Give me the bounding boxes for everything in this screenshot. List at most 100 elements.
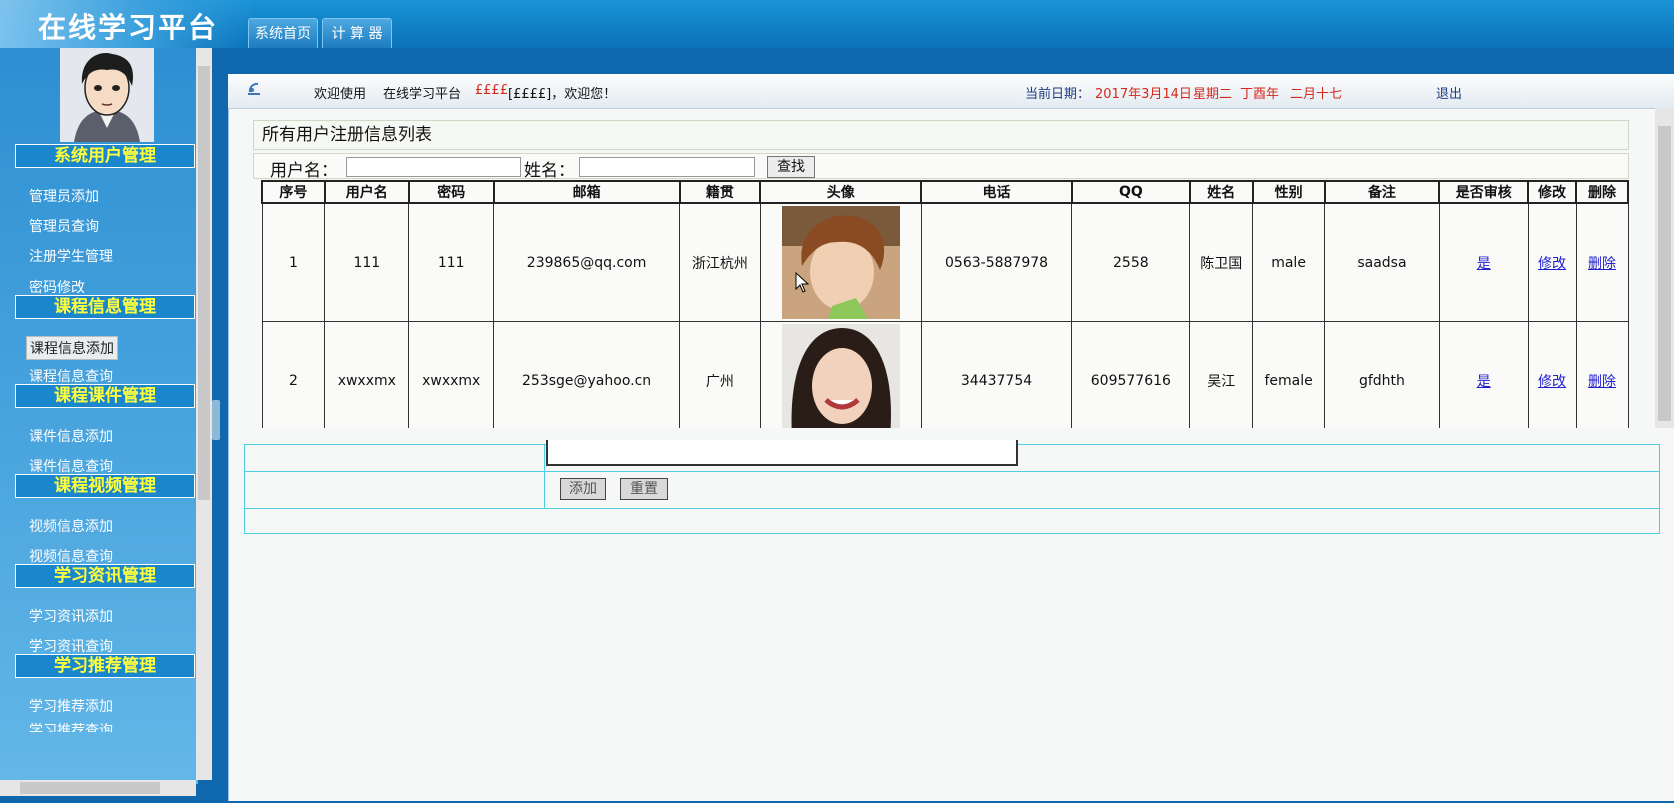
app-title: 在线学习平台 <box>38 11 219 44</box>
cell-avatar <box>759 321 922 428</box>
sidebar-section-system-users[interactable]: 系统用户管理 <box>15 144 195 168</box>
sidebar-item-recommend-add[interactable]: 学习推荐添加 <box>29 696 113 716</box>
search-button[interactable]: 查找 <box>767 156 815 178</box>
table-header: 序号 用户名 密码 邮箱 籍贯 头像 电话 QQ 姓名 性别 备注 是否审核 修… <box>261 180 1629 204</box>
cell-qq: 609577616 <box>1071 321 1191 428</box>
weekday: 星期二 <box>1193 87 1233 102</box>
list-scroll-thumb[interactable] <box>1658 126 1671 421</box>
sidebar-item-video-add[interactable]: 视频信息添加 <box>29 516 113 536</box>
cell-delete: 删除 <box>1575 321 1629 428</box>
sidebar-section-news[interactable]: 学习资讯管理 <box>15 564 195 588</box>
tab-calculator[interactable]: 计 算 器 <box>322 18 392 48</box>
name-label: 姓名： <box>524 161 575 181</box>
sidebar-item-course-add[interactable]: 课程信息添加 <box>26 336 118 360</box>
cell-name: 陈卫国 <box>1189 202 1254 322</box>
col-header: 姓名 <box>1188 180 1254 204</box>
frame-splitter-handle[interactable] <box>212 400 220 440</box>
date-value: 2017年3月14日 <box>1095 87 1192 102</box>
delete-link[interactable]: 删除 <box>1588 374 1616 390</box>
list-title: 所有用户注册信息列表 <box>253 120 1629 150</box>
edit-link[interactable]: 修改 <box>1538 374 1566 390</box>
cell-email: 239865@qq.com <box>493 202 680 322</box>
cell-qq: 2558 <box>1071 202 1191 322</box>
sidebar-section-courseware[interactable]: 课程课件管理 <box>15 384 195 408</box>
col-header: 电话 <box>920 180 1073 204</box>
sidebar-item-courseware-query[interactable]: 课件信息查询 <box>29 456 113 476</box>
welcome-bar: 欢迎使用 在线学习平台 ££££ [££££]，欢迎您！ 当前日期： 2017年… <box>228 74 1674 109</box>
col-header: 备注 <box>1323 180 1441 204</box>
sidebar-item-courseware-add[interactable]: 课件信息添加 <box>29 426 113 446</box>
approve-link[interactable]: 是 <box>1477 374 1491 390</box>
username-input[interactable] <box>346 157 521 177</box>
sidebar-section-course-info[interactable]: 课程信息管理 <box>15 295 195 319</box>
col-header: 删除 <box>1575 180 1629 204</box>
sidebar-item-admin-query[interactable]: 管理员查询 <box>29 216 99 236</box>
date-label: 当前日期： <box>1025 87 1091 102</box>
cell-hometown: 浙江杭州 <box>679 202 761 322</box>
cell-avatar <box>759 202 922 322</box>
top-header: 在线学习平台 系统首页 计 算 器 <box>0 0 1674 48</box>
sidebar-item-admin-add[interactable]: 管理员添加 <box>29 186 99 206</box>
username-label: 用户名： <box>270 161 338 181</box>
sidebar-item-news-query[interactable]: 学习资讯查询 <box>29 636 113 656</box>
col-header: 籍贯 <box>678 180 762 204</box>
cell-note: gfdhth <box>1324 321 1440 428</box>
cell-username: xwxxmx <box>324 321 410 428</box>
col-header: 修改 <box>1527 180 1577 204</box>
sidebar-item-course-query[interactable]: 课程信息查询 <box>29 366 113 386</box>
cell-name: 吴江 <box>1189 321 1254 428</box>
form-row-buttons <box>245 472 1659 509</box>
cell-id: 2 <box>261 321 326 428</box>
welcome-user-bracket: [££££]，欢迎您！ <box>508 87 617 102</box>
cell-password: xwxxmx <box>408 321 495 428</box>
col-header: 密码 <box>407 180 495 204</box>
cell-phone: 34437754 <box>920 321 1073 428</box>
edit-link[interactable]: 修改 <box>1538 256 1566 272</box>
description-textarea[interactable] <box>546 440 1018 466</box>
cell-approved: 是 <box>1438 202 1529 322</box>
delete-link[interactable]: 删除 <box>1588 256 1616 272</box>
col-header: 序号 <box>261 180 326 204</box>
cell-phone: 0563-5887978 <box>920 202 1073 322</box>
form-column-divider <box>544 445 545 508</box>
sidebar-section-video[interactable]: 课程视频管理 <box>15 474 195 498</box>
reset-button[interactable]: 重置 <box>620 478 668 500</box>
welcome-greeting: 欢迎使用 <box>314 87 367 102</box>
name-input[interactable] <box>579 157 755 177</box>
satellite-icon <box>246 80 262 100</box>
avatar-photo <box>781 324 900 428</box>
cell-approved: 是 <box>1438 321 1529 428</box>
cell-id: 1 <box>261 202 326 322</box>
lunar-day: 二月十七 <box>1290 87 1343 102</box>
welcome-platform: 在线学习平台 <box>383 87 462 102</box>
sidebar-scroll-thumb[interactable] <box>198 66 210 500</box>
cell-edit: 修改 <box>1527 321 1577 428</box>
welcome-user: ££££ <box>475 83 509 98</box>
user-avatar <box>60 48 154 142</box>
col-header: 邮箱 <box>492 180 681 204</box>
cell-gender: female <box>1252 321 1326 428</box>
table-row: 2 xwxxmx xwxxmx 253sge@yahoo.cn 广州 34437… <box>261 321 1629 428</box>
sidebar-item-password[interactable]: 密码修改 <box>29 277 85 297</box>
col-header: 头像 <box>759 180 923 204</box>
search-bar: 用户名： 姓名： 查找 <box>253 153 1629 181</box>
cell-gender: male <box>1252 202 1326 322</box>
sidebar-hscroll-thumb[interactable] <box>20 782 160 794</box>
col-header: 是否审核 <box>1438 180 1530 204</box>
sidebar-item-recommend-query[interactable]: 学习推荐查询 <box>29 720 113 732</box>
logout-link[interactable]: 退出 <box>1436 83 1462 102</box>
tab-home[interactable]: 系统首页 <box>248 18 318 48</box>
sidebar-item-student-manage[interactable]: 注册学生管理 <box>29 246 113 266</box>
cell-note: saadsa <box>1324 202 1440 322</box>
add-button[interactable]: 添加 <box>560 478 606 500</box>
user-table: 序号 用户名 密码 邮箱 籍贯 头像 电话 QQ 姓名 性别 备注 是否审核 修… <box>261 180 1629 428</box>
col-header: 性别 <box>1251 180 1326 204</box>
sidebar-item-news-add[interactable]: 学习资讯添加 <box>29 606 113 626</box>
sidebar-section-recommend[interactable]: 学习推荐管理 <box>15 654 195 678</box>
cell-email: 253sge@yahoo.cn <box>493 321 680 428</box>
avatar-photo <box>781 206 900 319</box>
sidebar-item-video-query[interactable]: 视频信息查询 <box>29 546 113 566</box>
approve-link[interactable]: 是 <box>1477 256 1491 272</box>
cell-password: 111 <box>408 202 495 322</box>
cell-hometown: 广州 <box>679 321 761 428</box>
